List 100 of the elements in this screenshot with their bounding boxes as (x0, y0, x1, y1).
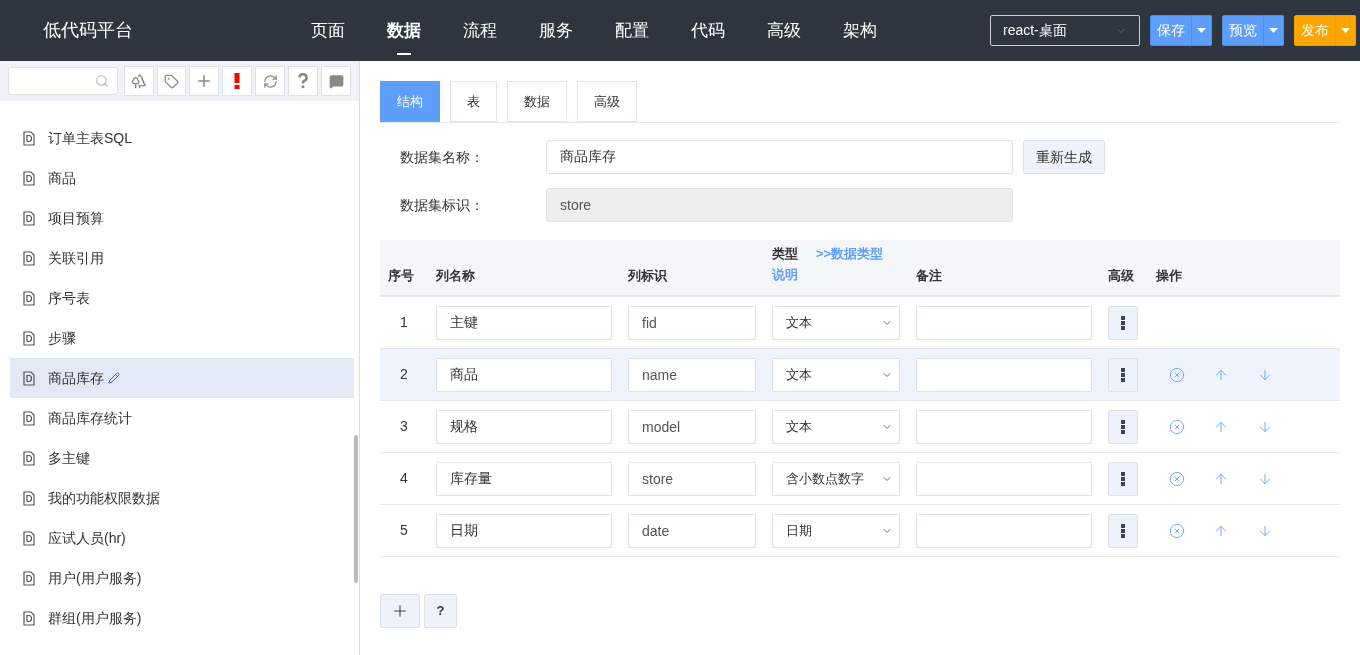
tab[interactable]: 表 (450, 81, 497, 122)
more-button[interactable] (1108, 409, 1138, 444)
more-button[interactable] (1108, 357, 1138, 392)
type-value: 含小数点数字 (786, 469, 864, 488)
document-icon (23, 530, 35, 546)
sidebar-item[interactable]: 商品 (10, 158, 354, 198)
delete-button[interactable] (1169, 418, 1185, 435)
add-tool-button[interactable] (189, 66, 220, 96)
dropdown-toggle[interactable] (1192, 15, 1212, 46)
sidebar-item[interactable]: 序号表 (10, 278, 354, 318)
tree-tool-button[interactable] (123, 66, 154, 96)
search-field[interactable] (8, 67, 118, 95)
remark-field[interactable] (916, 409, 1092, 444)
document-icon (23, 290, 35, 306)
document-icon (23, 210, 35, 226)
refresh-tool-button[interactable] (255, 66, 286, 96)
row-index: 4 (399, 469, 409, 488)
type-select[interactable]: 日期 (772, 513, 900, 548)
table-row[interactable]: 2 商品 name 文本 (380, 349, 1340, 401)
sidebar-item[interactable]: 订单主表SQL (10, 118, 354, 158)
sidebar-item[interactable]: 群组(用户服务) (10, 598, 354, 638)
column-name-field[interactable]: 日期 (436, 513, 612, 548)
sidebar-item[interactable]: 多主键 (10, 438, 354, 478)
alert-tool-button[interactable] (222, 66, 253, 96)
dropdown-toggle[interactable] (1264, 15, 1284, 46)
column-key-field[interactable]: store (628, 461, 756, 496)
row-index: 1 (399, 313, 409, 332)
circle-x-icon (1169, 522, 1185, 539)
sidebar-item[interactable]: 商品库存统计 (10, 398, 354, 438)
remark-field[interactable] (916, 513, 1092, 548)
nav-tab[interactable]: 服务 (518, 9, 594, 52)
scrollbar[interactable] (354, 435, 358, 583)
tag-icon (164, 73, 179, 89)
document-icon (23, 370, 35, 386)
nav-tab[interactable]: 高级 (746, 9, 822, 52)
column-name-field[interactable]: 库存量 (436, 461, 612, 496)
delete-button[interactable] (1169, 366, 1185, 383)
tree-icon (130, 73, 147, 89)
nav-tab[interactable]: 代码 (670, 9, 746, 52)
remark-field[interactable] (916, 461, 1092, 496)
nav-tab[interactable]: 流程 (442, 9, 518, 52)
question-icon (298, 73, 309, 89)
sidebar-item[interactable]: 项目预算 (10, 198, 354, 238)
dataset-name-field[interactable]: 商品库存 (546, 140, 1013, 174)
nav-tab[interactable]: 配置 (594, 9, 670, 52)
tab[interactable]: 高级 (577, 81, 637, 122)
caret-icon (1197, 28, 1206, 33)
nav-tab[interactable]: 数据 (366, 9, 442, 52)
dropdown-toggle[interactable] (1336, 15, 1356, 46)
regenerate-button[interactable]: 重新生成 (1023, 140, 1105, 174)
item-label: 商品库存 (48, 368, 104, 388)
column-header: 备注 (915, 266, 943, 285)
chat-tool-button[interactable] (321, 66, 351, 96)
sidebar-item[interactable]: 应试人员(hr) (10, 518, 354, 558)
active-underline (397, 53, 411, 56)
document-icon (23, 450, 35, 466)
type-select[interactable]: 文本 (772, 409, 900, 444)
row-index: 2 (399, 365, 409, 384)
column-name-field[interactable]: 主键 (436, 305, 612, 340)
item-label: 群组(用户服务) (48, 608, 142, 628)
field-label: 数据集名称： (399, 147, 485, 167)
tag-tool-button[interactable] (156, 66, 187, 96)
field-label: 数据集标识： (399, 195, 485, 215)
sidebar-item[interactable]: 我的功能权限数据 (10, 478, 354, 518)
add-row-button[interactable] (380, 594, 420, 628)
tab[interactable]: 数据 (507, 81, 567, 122)
more-button[interactable] (1108, 461, 1138, 496)
type-value: 文本 (786, 313, 812, 332)
document-icon (23, 330, 35, 346)
exclamation-icon (234, 73, 241, 89)
remark-field[interactable] (916, 305, 1092, 340)
help-button[interactable]: ? (424, 594, 457, 628)
column-name-field[interactable]: 商品 (436, 357, 612, 392)
project-select[interactable]: react-桌面 (990, 15, 1140, 46)
row-index: 3 (399, 417, 409, 436)
sidebar-item[interactable]: 用户(用户服务) (10, 558, 354, 598)
caret-icon (1341, 28, 1350, 33)
sidebar-item[interactable]: 关联引用 (10, 238, 354, 278)
column-name-field[interactable]: 规格 (436, 409, 612, 444)
type-select[interactable]: 文本 (772, 357, 900, 392)
help-tool-button[interactable] (288, 66, 319, 96)
more-button[interactable] (1108, 513, 1138, 548)
delete-button[interactable] (1169, 522, 1185, 539)
sidebar-item[interactable]: 步骤 (10, 318, 354, 358)
delete-button[interactable] (1169, 470, 1185, 487)
type-select[interactable]: 文本 (772, 305, 900, 340)
vertical-dots-icon (1121, 315, 1125, 330)
sidebar-item[interactable]: 商品库存 (10, 358, 354, 398)
nav-tab[interactable]: 页面 (290, 9, 366, 52)
item-label: 关联引用 (48, 248, 104, 268)
nav-tab[interactable]: 架构 (822, 9, 898, 52)
column-key-field[interactable]: date (628, 513, 756, 548)
column-key-field[interactable]: fid (628, 305, 756, 340)
document-icon (23, 610, 35, 626)
remark-field[interactable] (916, 357, 1092, 392)
column-key-field[interactable]: model (628, 409, 756, 444)
more-button[interactable] (1108, 305, 1138, 340)
column-key-field[interactable]: name (628, 357, 756, 392)
chat-icon (328, 73, 344, 89)
type-select[interactable]: 含小数点数字 (772, 461, 900, 496)
